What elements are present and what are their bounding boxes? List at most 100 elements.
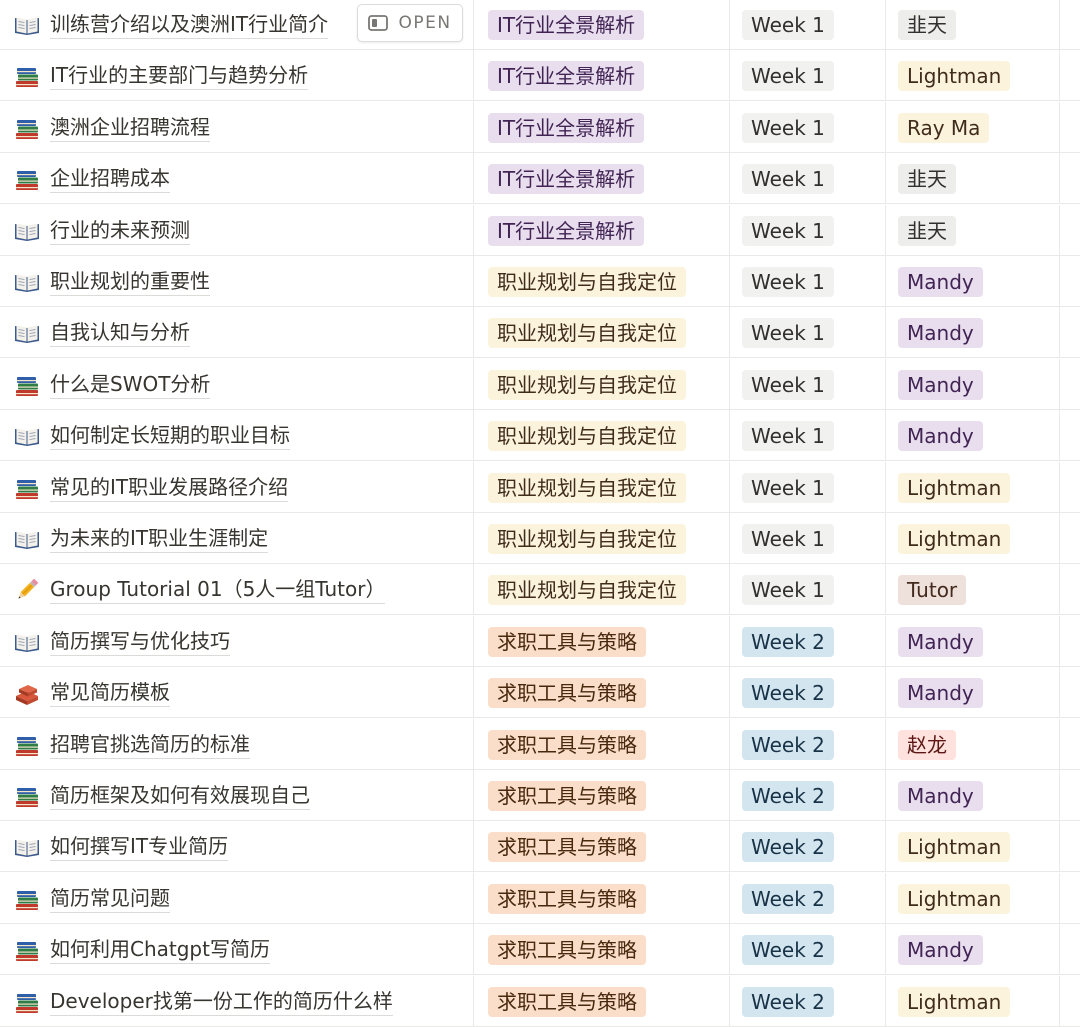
tutor-cell[interactable]: Mandy (886, 307, 1060, 358)
tutor-cell[interactable]: Lightman (886, 873, 1060, 924)
week-cell[interactable]: Week 1 (730, 205, 886, 256)
week-cell[interactable]: Week 1 (730, 462, 886, 513)
module-cell[interactable]: 求职工具与策略 (474, 924, 730, 975)
empty-cell[interactable] (1060, 102, 1080, 153)
tutor-cell[interactable]: Ray Ma (886, 102, 1060, 153)
table-row[interactable]: 常见简历模板 求职工具与策略 Week 2 Mandy (0, 667, 1080, 718)
name-cell[interactable]: Developer找第一份工作的简历什么样 (0, 976, 474, 1027)
tutor-cell[interactable]: Mandy (886, 410, 1060, 461)
tutor-cell[interactable]: 赵龙 (886, 719, 1060, 770)
module-cell[interactable]: 求职工具与策略 (474, 667, 730, 718)
page-title[interactable]: 澳洲企业招聘流程 (50, 114, 210, 142)
name-cell[interactable]: 常见的IT职业发展路径介绍 (0, 462, 474, 513)
page-title[interactable]: Group Tutorial 01（5人一组Tutor） (50, 576, 386, 604)
table-row[interactable]: 招聘官挑选简历的标准 求职工具与策略 Week 2 赵龙 (0, 719, 1080, 770)
tutor-cell[interactable]: Mandy (886, 667, 1060, 718)
tutor-cell[interactable]: Lightman (886, 821, 1060, 872)
table-row[interactable]: 如何利用Chatgpt写简历 求职工具与策略 Week 2 Mandy (0, 924, 1080, 975)
empty-cell[interactable] (1060, 462, 1080, 513)
table-row[interactable]: 职业规划的重要性 职业规划与自我定位 Week 1 Mandy (0, 256, 1080, 307)
page-title[interactable]: 自我认知与分析 (50, 319, 190, 347)
table-row[interactable]: 简历框架及如何有效展现自己 求职工具与策略 Week 2 Mandy (0, 770, 1080, 821)
tutor-cell[interactable]: Mandy (886, 770, 1060, 821)
table-row[interactable]: 什么是SWOT分析 职业规划与自我定位 Week 1 Mandy (0, 359, 1080, 410)
page-title[interactable]: 职业规划的重要性 (50, 268, 210, 296)
week-cell[interactable]: Week 2 (730, 924, 886, 975)
week-cell[interactable]: Week 1 (730, 359, 886, 410)
empty-cell[interactable] (1060, 616, 1080, 667)
page-title[interactable]: 简历撰写与优化技巧 (50, 628, 230, 656)
page-title[interactable]: 常见的IT职业发展路径介绍 (50, 474, 289, 502)
page-title[interactable]: 招聘官挑选简历的标准 (50, 731, 250, 759)
page-title[interactable]: 什么是SWOT分析 (50, 371, 211, 399)
page-title[interactable]: 训练营介绍以及澳洲IT行业简介 (50, 11, 329, 39)
week-cell[interactable]: Week 1 (730, 0, 886, 50)
page-title[interactable]: 简历常见问题 (50, 885, 170, 913)
empty-cell[interactable] (1060, 513, 1080, 564)
page-title[interactable]: 简历框架及如何有效展现自己 (50, 782, 310, 810)
table-row[interactable]: 训练营介绍以及澳洲IT行业简介 IT行业全景解析 Week 1 韭天 OPEN (0, 0, 1080, 50)
week-cell[interactable]: Week 2 (730, 719, 886, 770)
week-cell[interactable]: Week 1 (730, 50, 886, 101)
name-cell[interactable]: 澳洲企业招聘流程 (0, 102, 474, 153)
module-cell[interactable]: 职业规划与自我定位 (474, 564, 730, 615)
page-title[interactable]: 企业招聘成本 (50, 165, 170, 193)
table-row[interactable]: 为未来的IT职业生涯制定 职业规划与自我定位 Week 1 Lightman (0, 513, 1080, 564)
empty-cell[interactable] (1060, 564, 1080, 615)
table-row[interactable]: 简历常见问题 求职工具与策略 Week 2 Lightman (0, 873, 1080, 924)
module-cell[interactable]: 职业规划与自我定位 (474, 359, 730, 410)
page-title[interactable]: 为未来的IT职业生涯制定 (50, 525, 269, 553)
tutor-cell[interactable]: Lightman (886, 513, 1060, 564)
table-row[interactable]: Group Tutorial 01（5人一组Tutor） 职业规划与自我定位 W… (0, 564, 1080, 615)
name-cell[interactable]: 如何撰写IT专业简历 (0, 821, 474, 872)
empty-cell[interactable] (1060, 50, 1080, 101)
table-row[interactable]: 行业的未来预测 IT行业全景解析 Week 1 韭天 (0, 205, 1080, 256)
tutor-cell[interactable]: Mandy (886, 924, 1060, 975)
tutor-cell[interactable]: Tutor (886, 564, 1060, 615)
week-cell[interactable]: Week 1 (730, 307, 886, 358)
week-cell[interactable]: Week 2 (730, 873, 886, 924)
open-button[interactable]: OPEN (357, 4, 463, 42)
table-row[interactable]: 澳洲企业招聘流程 IT行业全景解析 Week 1 Ray Ma (0, 102, 1080, 153)
week-cell[interactable]: Week 2 (730, 616, 886, 667)
name-cell[interactable]: 什么是SWOT分析 (0, 359, 474, 410)
module-cell[interactable]: 求职工具与策略 (474, 770, 730, 821)
empty-cell[interactable] (1060, 410, 1080, 461)
module-cell[interactable]: IT行业全景解析 (474, 153, 730, 204)
tutor-cell[interactable]: 韭天 (886, 0, 1060, 50)
name-cell[interactable]: 如何制定长短期的职业目标 (0, 410, 474, 461)
empty-cell[interactable] (1060, 205, 1080, 256)
name-cell[interactable]: 自我认知与分析 (0, 307, 474, 358)
page-title[interactable]: 行业的未来预测 (50, 217, 190, 245)
name-cell[interactable]: 简历常见问题 (0, 873, 474, 924)
empty-cell[interactable] (1060, 359, 1080, 410)
page-title[interactable]: 如何利用Chatgpt写简历 (50, 936, 270, 964)
name-cell[interactable]: 招聘官挑选简历的标准 (0, 719, 474, 770)
module-cell[interactable]: 职业规划与自我定位 (474, 307, 730, 358)
page-title[interactable]: Developer找第一份工作的简历什么样 (50, 988, 393, 1016)
tutor-cell[interactable]: 韭天 (886, 205, 1060, 256)
page-title[interactable]: 如何撰写IT专业简历 (50, 833, 229, 861)
table-row[interactable]: IT行业的主要部门与趋势分析 IT行业全景解析 Week 1 Lightman (0, 50, 1080, 101)
tutor-cell[interactable]: Mandy (886, 256, 1060, 307)
table-row[interactable]: 自我认知与分析 职业规划与自我定位 Week 1 Mandy (0, 307, 1080, 358)
tutor-cell[interactable]: Lightman (886, 50, 1060, 101)
module-cell[interactable]: 职业规划与自我定位 (474, 513, 730, 564)
week-cell[interactable]: Week 1 (730, 256, 886, 307)
empty-cell[interactable] (1060, 770, 1080, 821)
table-row[interactable]: 如何撰写IT专业简历 求职工具与策略 Week 2 Lightman (0, 821, 1080, 872)
table-row[interactable]: 如何制定长短期的职业目标 职业规划与自我定位 Week 1 Mandy (0, 410, 1080, 461)
name-cell[interactable]: IT行业的主要部门与趋势分析 (0, 50, 474, 101)
tutor-cell[interactable]: Mandy (886, 359, 1060, 410)
name-cell[interactable]: 简历撰写与优化技巧 (0, 616, 474, 667)
module-cell[interactable]: 求职工具与策略 (474, 873, 730, 924)
name-cell[interactable]: 行业的未来预测 (0, 205, 474, 256)
page-title[interactable]: 如何制定长短期的职业目标 (50, 422, 290, 450)
tutor-cell[interactable]: 韭天 (886, 153, 1060, 204)
module-cell[interactable]: IT行业全景解析 (474, 205, 730, 256)
empty-cell[interactable] (1060, 307, 1080, 358)
name-cell[interactable]: Group Tutorial 01（5人一组Tutor） (0, 564, 474, 615)
empty-cell[interactable] (1060, 924, 1080, 975)
week-cell[interactable]: Week 2 (730, 821, 886, 872)
week-cell[interactable]: Week 1 (730, 102, 886, 153)
